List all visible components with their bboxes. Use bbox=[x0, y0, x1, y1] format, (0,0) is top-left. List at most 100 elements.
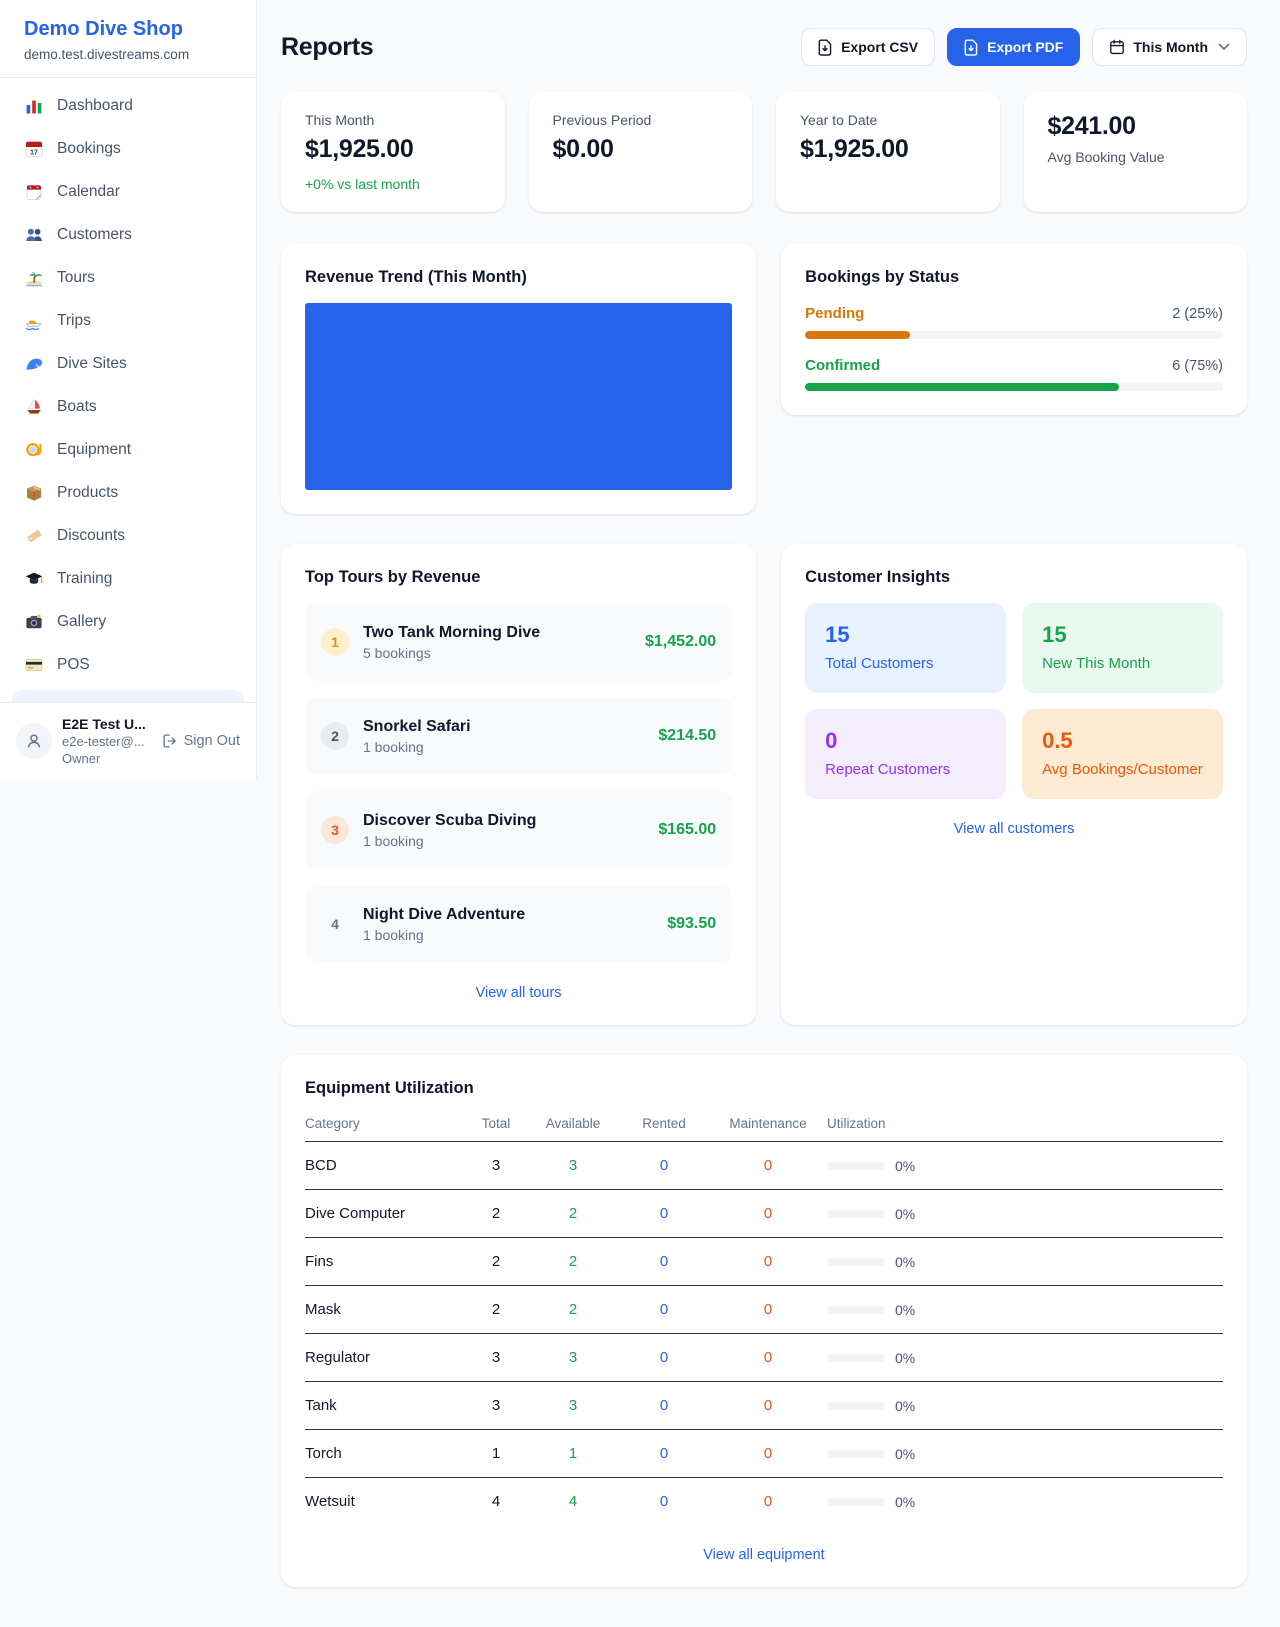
sidebar-item-boats[interactable]: Boats bbox=[12, 389, 244, 425]
equipment-available: 3 bbox=[527, 1157, 619, 1174]
status-label: Confirmed bbox=[805, 357, 880, 374]
status-list: Pending 2 (25%) Confirmed 6 (75%) bbox=[805, 305, 1223, 391]
equipment-available: 2 bbox=[527, 1253, 619, 1270]
sign-out-button[interactable]: Sign Out bbox=[162, 733, 240, 749]
nav-label: Tours bbox=[57, 269, 95, 287]
sidebar-item-dive-sites[interactable]: Dive Sites bbox=[12, 346, 244, 382]
sidebar-item-calendar[interactable]: Calendar bbox=[12, 174, 244, 210]
equipment-category: Fins bbox=[305, 1253, 465, 1270]
insight-box: 15 Total Customers bbox=[805, 603, 1006, 693]
top-tours-title: Top Tours by Revenue bbox=[305, 568, 732, 587]
table-row: Wetsuit 4 4 0 0 0% bbox=[305, 1478, 1223, 1525]
stat-label: Previous Period bbox=[553, 112, 729, 128]
export-csv-label: Export CSV bbox=[841, 39, 918, 55]
equipment-maintenance: 0 bbox=[709, 1157, 827, 1174]
equipment-maintenance: 0 bbox=[709, 1493, 827, 1510]
sidebar-item-training[interactable]: Training bbox=[12, 561, 244, 597]
equipment-available: 3 bbox=[527, 1349, 619, 1366]
equipment-category: Mask bbox=[305, 1301, 465, 1318]
revenue-trend-card: Revenue Trend (This Month) bbox=[281, 244, 756, 514]
header-actions: Export CSV Export PDF This Month bbox=[801, 28, 1247, 66]
equipment-table-body: BCD 3 3 0 0 0% Dive Computer 2 bbox=[305, 1142, 1223, 1525]
stat-value: $0.00 bbox=[553, 135, 729, 164]
utilization-bar bbox=[827, 1498, 885, 1506]
equipment-category: Torch bbox=[305, 1445, 465, 1462]
utilization-percent: 0% bbox=[895, 1494, 915, 1510]
tag-icon bbox=[24, 526, 44, 546]
equipment-rented: 0 bbox=[619, 1301, 709, 1318]
insight-value: 15 bbox=[1042, 622, 1203, 648]
sidebar-item-equipment[interactable]: Equipment bbox=[12, 432, 244, 468]
column-header: Total bbox=[465, 1116, 527, 1131]
calendar-17-icon bbox=[24, 139, 44, 159]
sidebar-item-discounts[interactable]: Discounts bbox=[12, 518, 244, 554]
sidebar-item-reports-partial[interactable] bbox=[12, 690, 244, 702]
graduation-cap-icon bbox=[24, 569, 44, 589]
list-item: 1 Two Tank Morning Dive 5 bookings $1,45… bbox=[305, 603, 732, 681]
sidebar-item-dashboard[interactable]: Dashboard bbox=[12, 88, 244, 124]
stat-value: $241.00 bbox=[1048, 112, 1224, 141]
utilization-bar bbox=[827, 1354, 885, 1362]
tour-name: Two Tank Morning Dive bbox=[363, 624, 540, 642]
sidebar-item-bookings[interactable]: Bookings bbox=[12, 131, 244, 167]
equipment-maintenance: 0 bbox=[709, 1445, 827, 1462]
nav-label: Customers bbox=[57, 226, 132, 244]
sidebar-item-products[interactable]: Products bbox=[12, 475, 244, 511]
bookings-by-status-card: Bookings by Status Pending 2 (25%) bbox=[781, 244, 1247, 415]
status-bar-fill bbox=[805, 331, 909, 339]
top-tours-list: 1 Two Tank Morning Dive 5 bookings $1,45… bbox=[305, 603, 732, 963]
equipment-maintenance: 0 bbox=[709, 1205, 827, 1222]
customer-insights-title: Customer Insights bbox=[805, 568, 1223, 587]
utilization-percent: 0% bbox=[895, 1254, 915, 1270]
export-pdf-button[interactable]: Export PDF bbox=[947, 28, 1080, 66]
table-row: Dive Computer 2 2 0 0 0% bbox=[305, 1190, 1223, 1238]
insight-value: 0.5 bbox=[1042, 728, 1203, 754]
status-bar-track bbox=[805, 331, 1223, 339]
equipment-total: 2 bbox=[465, 1301, 527, 1318]
stat-value: $1,925.00 bbox=[800, 135, 976, 164]
tour-amount: $1,452.00 bbox=[645, 633, 716, 651]
utilization-bar bbox=[827, 1306, 885, 1314]
people-icon bbox=[24, 225, 44, 245]
nav-label: Dive Sites bbox=[57, 355, 127, 373]
stats-row: This Month $1,925.00 +0% vs last month P… bbox=[281, 92, 1247, 212]
tour-bookings: 5 bookings bbox=[363, 645, 540, 661]
reports-page: Demo Dive Shop demo.test.divestreams.com… bbox=[0, 0, 1280, 1627]
equipment-category: Wetsuit bbox=[305, 1493, 465, 1510]
utilization-percent: 0% bbox=[895, 1206, 915, 1222]
sidebar-item-customers[interactable]: Customers bbox=[12, 217, 244, 253]
speedboat-icon bbox=[24, 311, 44, 331]
equipment-total: 2 bbox=[465, 1253, 527, 1270]
nav-label: Bookings bbox=[57, 140, 121, 158]
nav-label: Training bbox=[57, 570, 112, 588]
user-name: E2E Test U... bbox=[62, 716, 152, 732]
view-all-equipment-link[interactable]: View all equipment bbox=[305, 1547, 1223, 1563]
file-download-icon bbox=[964, 39, 979, 56]
equipment-utilization-card: Equipment Utilization Category Total Ava… bbox=[281, 1055, 1247, 1587]
stat-label: Avg Booking Value bbox=[1048, 149, 1224, 165]
sidebar-item-trips[interactable]: Trips bbox=[12, 303, 244, 339]
stat-card-avg-booking-value: $241.00 Avg Booking Value bbox=[1024, 92, 1248, 212]
view-all-customers-link[interactable]: View all customers bbox=[805, 821, 1223, 837]
period-dropdown[interactable]: This Month bbox=[1092, 28, 1247, 66]
list-item: 2 Snorkel Safari 1 booking $214.50 bbox=[305, 697, 732, 775]
shop-domain: demo.test.divestreams.com bbox=[24, 47, 232, 62]
table-row: Fins 2 2 0 0 0% bbox=[305, 1238, 1223, 1286]
user-role: Owner bbox=[62, 751, 152, 766]
sidebar-item-gallery[interactable]: Gallery bbox=[12, 604, 244, 640]
equipment-rented: 0 bbox=[619, 1349, 709, 1366]
nav-label: Gallery bbox=[57, 613, 106, 631]
sailboat-icon bbox=[24, 397, 44, 417]
column-header: Utilization bbox=[827, 1116, 1223, 1131]
table-row: Mask 2 2 0 0 0% bbox=[305, 1286, 1223, 1334]
list-item: 4 Night Dive Adventure 1 booking $93.50 bbox=[305, 885, 732, 963]
stat-card-previous-period: Previous Period $0.00 bbox=[529, 92, 753, 212]
export-csv-button[interactable]: Export CSV bbox=[801, 28, 935, 66]
sidebar-item-tours[interactable]: Tours bbox=[12, 260, 244, 296]
tour-name: Snorkel Safari bbox=[363, 718, 471, 736]
column-header: Category bbox=[305, 1116, 465, 1131]
equipment-total: 3 bbox=[465, 1157, 527, 1174]
utilization-percent: 0% bbox=[895, 1446, 915, 1462]
view-all-tours-link[interactable]: View all tours bbox=[305, 985, 732, 1001]
sidebar-item-pos[interactable]: POS bbox=[12, 647, 244, 683]
